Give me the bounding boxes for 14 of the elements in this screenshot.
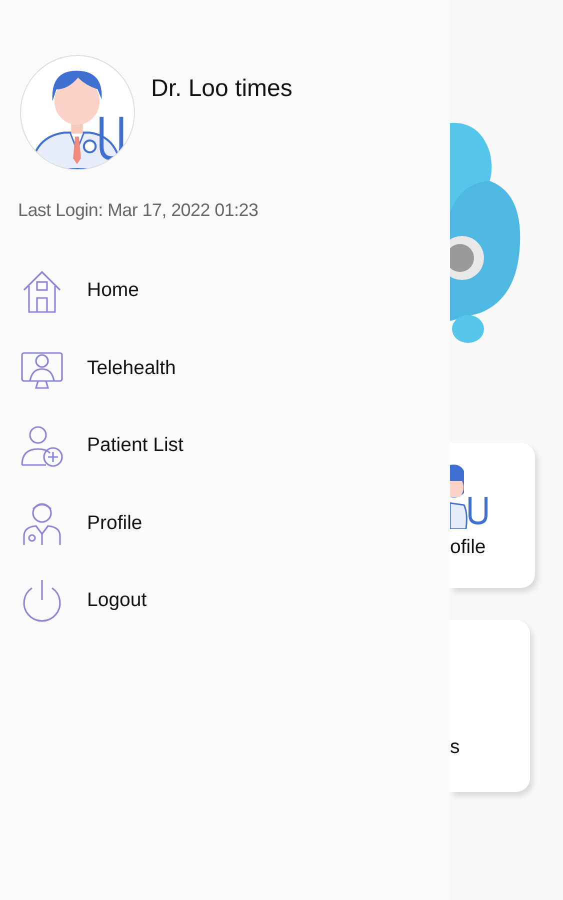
- menu-item[interactable]: Home: [87, 276, 140, 306]
- card-label: ofile: [450, 535, 486, 560]
- menu-card[interactable]: s: [450, 620, 530, 792]
- doctor-icon[interactable]: [20, 500, 64, 546]
- menu-item[interactable]: Telehealth: [87, 354, 176, 383]
- doctor-icon: [450, 463, 490, 529]
- last-login-text: Last Login: Mar 17, 2022 01:23: [18, 199, 260, 222]
- user-name: Dr. Loo times: [151, 74, 292, 104]
- menu-card[interactable]: ofile: [450, 443, 535, 588]
- card-label: s: [450, 734, 460, 760]
- power-icon[interactable]: [20, 578, 64, 624]
- menu-item[interactable]: Profile: [87, 508, 142, 538]
- menu-item[interactable]: Logout: [87, 586, 147, 616]
- menu-item[interactable]: Patient List: [87, 431, 184, 460]
